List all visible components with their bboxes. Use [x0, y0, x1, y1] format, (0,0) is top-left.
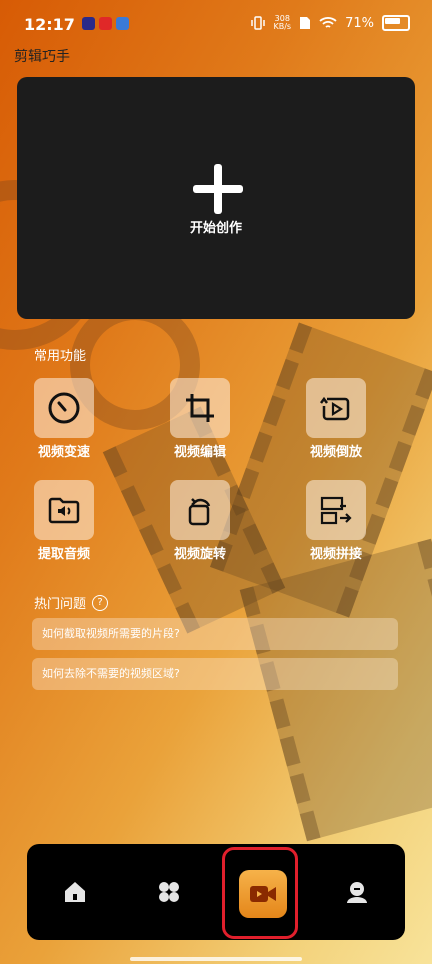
battery-percent: 71%	[345, 15, 374, 31]
net-speed: 308 KB/s	[273, 14, 292, 31]
plus-icon[interactable]	[193, 164, 243, 214]
status-right: 308 KB/s 71%	[251, 15, 410, 31]
status-time: 12:17	[24, 15, 75, 34]
highlight-box	[222, 847, 298, 939]
tool-edit[interactable]: 视频编辑	[160, 378, 240, 460]
tool-label: 视频编辑	[173, 445, 226, 460]
tool-rotate[interactable]: 视频旋转	[160, 480, 240, 562]
tool-reverse[interactable]: 视频倒放	[296, 378, 376, 460]
rotate-icon	[188, 498, 211, 526]
tool-tile[interactable]	[34, 480, 94, 540]
tool-label: 视频倒放	[309, 445, 362, 460]
wifi-icon	[319, 17, 337, 28]
notification-icons	[82, 17, 129, 30]
tool-tile[interactable]	[306, 480, 366, 540]
sim-icon	[300, 17, 311, 29]
screen: 12:17 308 KB/s 71% 剪辑巧手 开始创作 常用功能 视频变速 视频…	[0, 0, 432, 964]
home-indicator[interactable]	[130, 957, 302, 961]
tool-speed[interactable]: 视频变速	[24, 378, 104, 460]
tool-label: 视频变速	[37, 445, 90, 460]
faq-item[interactable]: 如何截取视频所需要的片段?	[32, 618, 398, 650]
tool-merge[interactable]: 视频拼接	[296, 480, 376, 562]
tool-extract-audio[interactable]: 提取音频	[24, 480, 104, 562]
nav-profile[interactable]	[337, 872, 377, 912]
battery-icon	[382, 15, 410, 31]
merge-icon	[320, 496, 352, 525]
nav-home[interactable]	[55, 872, 95, 912]
start-create-label[interactable]: 开始创作	[0, 217, 432, 236]
help-icon[interactable]: ?	[92, 594, 109, 611]
nav-tools[interactable]	[149, 872, 189, 912]
hot-questions-label: 热门问题	[34, 597, 87, 612]
status-bar: 12:17 308 KB/s 71%	[0, 0, 432, 50]
speedometer-icon	[48, 392, 80, 424]
tool-tile[interactable]	[170, 480, 230, 540]
grid-icon	[159, 882, 179, 902]
tool-tile[interactable]	[170, 378, 230, 438]
app-title: 剪辑巧手	[14, 49, 70, 65]
home-icon	[65, 882, 85, 902]
reverse-play-icon	[320, 396, 350, 421]
tool-label: 视频旋转	[173, 547, 226, 562]
app-notification-icon	[82, 17, 95, 30]
vibrate-icon	[251, 16, 266, 30]
tool-tile[interactable]	[34, 378, 94, 438]
crop-icon	[186, 394, 214, 422]
audio-folder-icon	[48, 497, 80, 524]
tool-tile[interactable]	[306, 378, 366, 438]
app-notification-icon	[99, 17, 112, 30]
tool-label: 提取音频	[37, 547, 90, 562]
tool-label: 视频拼接	[309, 547, 362, 562]
hot-questions-title: 热门问题 ?	[34, 593, 109, 612]
app-notification-icon	[116, 17, 129, 30]
faq-item[interactable]: 如何去除不需要的视频区域?	[32, 658, 398, 690]
profile-icon	[347, 882, 367, 903]
bottom-nav	[27, 844, 405, 940]
common-functions-title: 常用功能	[34, 349, 87, 364]
